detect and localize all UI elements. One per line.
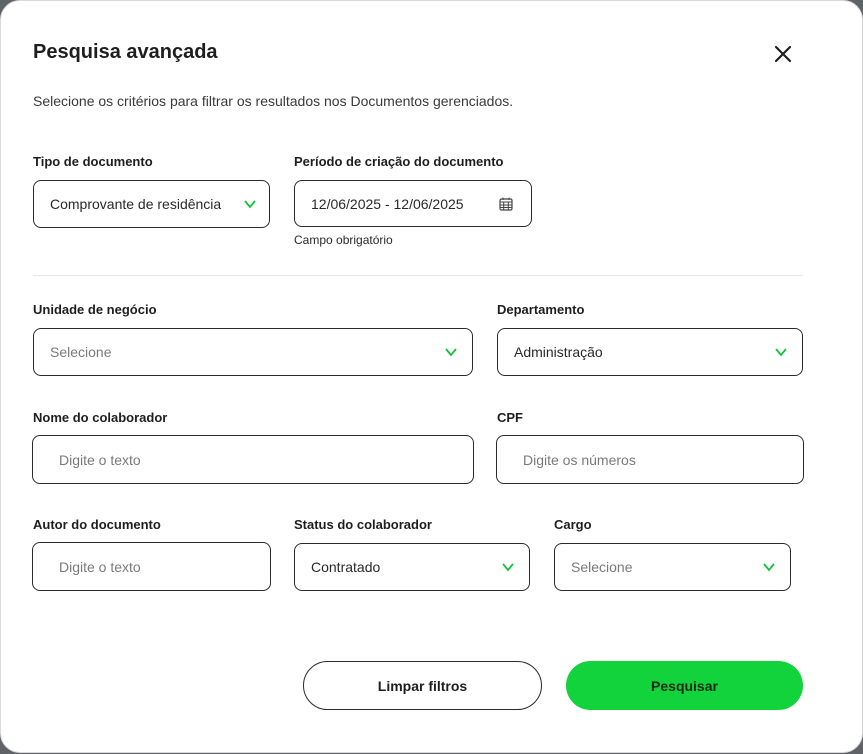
tipo-documento-select[interactable]: Comprovante de residência	[33, 180, 270, 228]
periodo-required-hint: Campo obrigatório	[294, 233, 393, 247]
unidade-negocio-label: Unidade de negócio	[33, 302, 157, 317]
status-colaborador-select[interactable]: Contratado	[294, 543, 530, 591]
departamento-label: Departamento	[497, 302, 585, 317]
nome-colaborador-label: Nome do colaborador	[33, 410, 168, 425]
tipo-documento-label: Tipo de documento	[33, 154, 153, 169]
departamento-select[interactable]: Administração	[497, 328, 803, 376]
periodo-label: Período de criação do documento	[294, 154, 504, 169]
modal-subtitle: Selecione os critérios para filtrar os r…	[33, 93, 514, 109]
search-button[interactable]: Pesquisar	[566, 661, 803, 710]
calendar-icon[interactable]	[499, 197, 513, 211]
status-colaborador-value: Contratado	[311, 559, 381, 575]
clear-filters-button[interactable]: Limpar filtros	[303, 661, 542, 710]
chevron-down-icon	[763, 563, 775, 572]
modal-title: Pesquisa avançada	[33, 41, 218, 63]
unidade-negocio-select[interactable]: Selecione	[33, 328, 473, 376]
cpf-placeholder: Digite os números	[523, 451, 636, 468]
periodo-date-range-input[interactable]: 12/06/2025 - 12/06/2025	[294, 180, 532, 227]
chevron-down-icon	[775, 348, 787, 357]
cargo-label: Cargo	[554, 517, 592, 532]
chevron-down-icon	[502, 563, 514, 572]
autor-documento-placeholder: Digite o texto	[59, 558, 141, 575]
periodo-value: 12/06/2025 - 12/06/2025	[311, 195, 464, 212]
advanced-search-modal: Pesquisa avançada Selecione os critérios…	[0, 0, 863, 753]
close-icon[interactable]	[771, 42, 795, 66]
autor-documento-label: Autor do documento	[33, 517, 161, 532]
cargo-select[interactable]: Selecione	[554, 543, 791, 591]
unidade-negocio-placeholder: Selecione	[50, 344, 112, 360]
autor-documento-input[interactable]: Digite o texto	[32, 542, 271, 591]
cpf-input[interactable]: Digite os números	[496, 435, 804, 484]
tipo-documento-value: Comprovante de residência	[50, 196, 222, 212]
departamento-value: Administração	[514, 344, 603, 360]
nome-colaborador-placeholder: Digite o texto	[59, 451, 141, 468]
section-divider	[33, 275, 803, 276]
nome-colaborador-input[interactable]: Digite o texto	[32, 435, 474, 484]
cargo-placeholder: Selecione	[571, 559, 633, 575]
chevron-down-icon	[243, 198, 257, 210]
status-colaborador-label: Status do colaborador	[294, 517, 432, 532]
chevron-down-icon	[445, 348, 457, 357]
cpf-label: CPF	[497, 410, 523, 425]
